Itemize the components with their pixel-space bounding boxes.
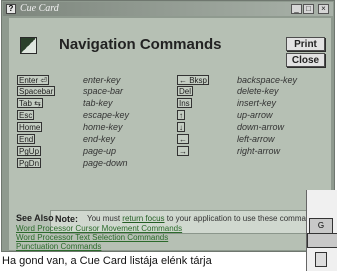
command-row-right: → right-arrow bbox=[177, 146, 327, 157]
spacebar-key-icon: Spacebar bbox=[17, 86, 56, 96]
tab-key-icon: Tab ⇆ bbox=[17, 98, 43, 108]
background-scroll-icon bbox=[315, 252, 327, 267]
command-row-left: ← left-arrow bbox=[177, 134, 327, 145]
navigation-card-icon bbox=[20, 37, 37, 54]
home-key-icon: Home bbox=[17, 122, 43, 132]
minimize-button[interactable]: _ bbox=[291, 4, 302, 14]
command-desc: page-down bbox=[83, 158, 128, 168]
command-row-insert: Ins insert-key bbox=[177, 98, 327, 109]
page-title: Navigation Commands bbox=[59, 36, 222, 53]
delete-key-icon: Del bbox=[177, 86, 194, 96]
print-button[interactable]: Print bbox=[286, 37, 325, 51]
command-row-pgdn: PgDn page-down bbox=[17, 158, 157, 169]
command-desc: insert-key bbox=[237, 98, 277, 108]
see-also-link-cursor-movement[interactable]: Word Processor Cursor Movement Commands bbox=[16, 224, 182, 233]
return-focus-link[interactable]: return focus bbox=[122, 214, 164, 223]
command-row-up: ↑ up-arrow bbox=[177, 110, 327, 121]
command-row-home: Home home-key bbox=[17, 122, 157, 133]
maximize-button[interactable]: □ bbox=[303, 4, 314, 14]
escape-key-icon: Esc bbox=[17, 110, 35, 120]
close-button[interactable]: Close bbox=[286, 53, 325, 67]
note-text-end: to your application to use these command… bbox=[164, 214, 322, 223]
command-row-tab: Tab ⇆ tab-key bbox=[17, 98, 157, 109]
command-desc: end-key bbox=[83, 134, 116, 144]
command-desc: backspace-key bbox=[237, 75, 298, 85]
up-arrow-key-icon: ↑ bbox=[177, 110, 185, 120]
left-arrow-key-icon: ← bbox=[177, 134, 189, 144]
note-label: Note: bbox=[55, 214, 78, 224]
window-title: Cue Card bbox=[20, 3, 59, 14]
close-window-button[interactable]: × bbox=[318, 4, 329, 14]
app-menu-icon[interactable]: ? bbox=[6, 4, 16, 14]
note-text-start: You must bbox=[87, 214, 123, 223]
background-button-icon: G bbox=[309, 218, 333, 234]
command-row-delete: Del delete-key bbox=[177, 86, 327, 97]
backspace-key-icon: ← Bksp bbox=[177, 75, 210, 85]
command-row-space: Spacebar space-bar bbox=[17, 86, 157, 97]
see-also-link-text-selection[interactable]: Word Processor Text Selection Commands bbox=[16, 233, 168, 242]
command-desc: delete-key bbox=[237, 86, 279, 96]
pgdn-key-icon: PgDn bbox=[17, 158, 42, 168]
command-row-esc: Esc escape-key bbox=[17, 110, 157, 121]
command-row-backspace: ← Bksp backspace-key bbox=[177, 75, 327, 86]
command-row-end: End end-key bbox=[17, 134, 157, 145]
command-desc: down-arrow bbox=[237, 122, 285, 132]
right-arrow-key-icon: → bbox=[177, 146, 189, 156]
command-desc: up-arrow bbox=[237, 110, 273, 120]
see-also-heading: See Also bbox=[16, 213, 54, 223]
command-desc: tab-key bbox=[83, 98, 113, 108]
pgup-key-icon: PgUp bbox=[17, 146, 42, 156]
command-desc: home-key bbox=[83, 122, 123, 132]
command-desc: left-arrow bbox=[237, 134, 275, 144]
background-toolbar-icon bbox=[307, 233, 337, 248]
command-desc: enter-key bbox=[83, 75, 121, 85]
command-desc: escape-key bbox=[83, 110, 130, 120]
page-caption: Ha gond van, a Cue Card listája elénk tá… bbox=[2, 255, 212, 267]
end-key-icon: End bbox=[17, 134, 36, 144]
command-desc: page-up bbox=[83, 146, 117, 156]
command-desc: right-arrow bbox=[237, 146, 281, 156]
see-also-link-punctuation[interactable]: Punctuation Commands bbox=[16, 242, 101, 251]
down-arrow-key-icon: ↓ bbox=[177, 122, 185, 132]
command-row-pgup: PgUp page-up bbox=[17, 146, 157, 157]
title-bar[interactable]: ? Cue Card _ □ × bbox=[3, 2, 333, 16]
command-row-down: ↓ down-arrow bbox=[177, 122, 327, 133]
note-text: You must return focus to your applicatio… bbox=[87, 214, 322, 223]
enter-key-icon: Enter ⏎ bbox=[17, 75, 50, 85]
command-row-enter: Enter ⏎ enter-key bbox=[17, 75, 157, 86]
command-desc: space-bar bbox=[83, 86, 124, 96]
insert-key-icon: Ins bbox=[177, 98, 192, 108]
